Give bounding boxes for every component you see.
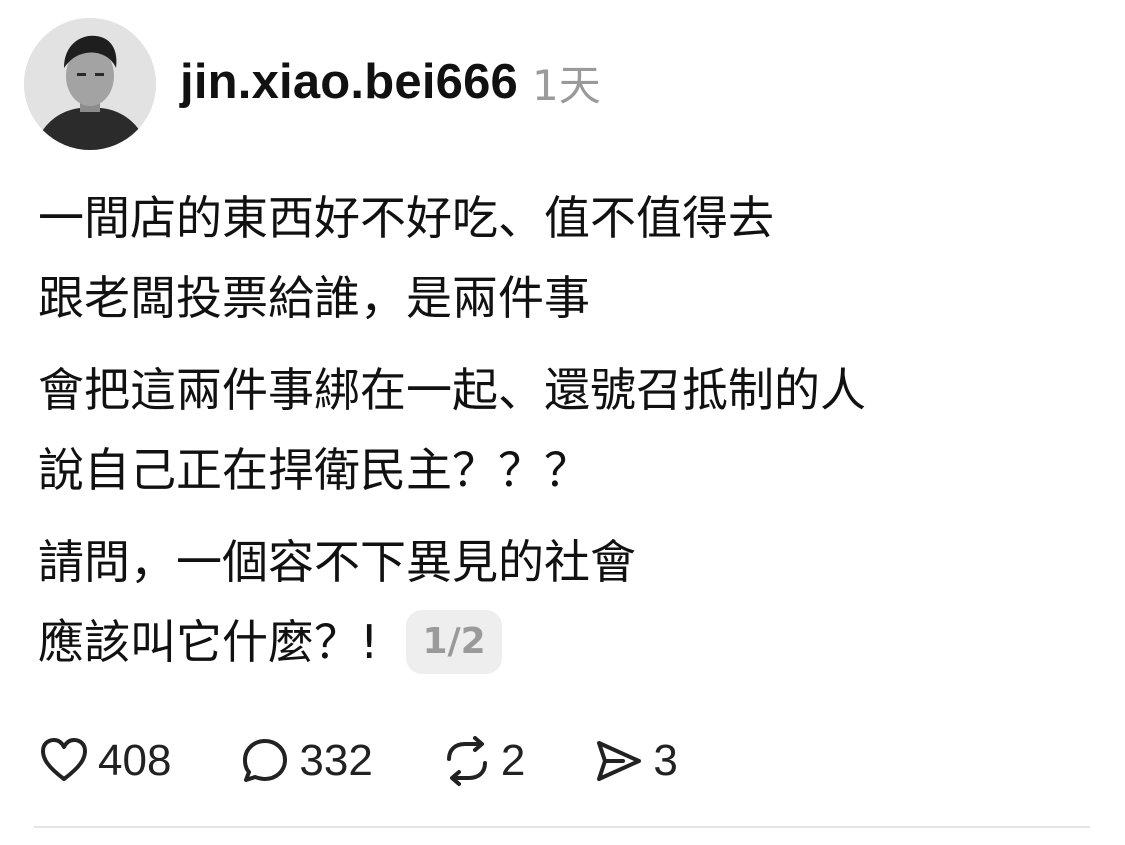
share-button[interactable]: 3 <box>593 735 678 787</box>
like-button[interactable]: 408 <box>38 735 171 787</box>
avatar[interactable] <box>24 18 156 150</box>
avatar-image <box>24 18 156 150</box>
action-bar: 408 332 2 3 <box>38 725 746 797</box>
post-text-line: 請問，一個容不下異見的社會 <box>38 535 636 589</box>
repost-count: 2 <box>500 736 526 785</box>
post-text-line: 會把這兩件事綁在一起、還號召抵制的人 <box>38 363 866 417</box>
comment-button[interactable]: 332 <box>239 735 373 787</box>
page-indicator-badge[interactable]: 1/2 <box>406 610 502 674</box>
heart-icon <box>41 738 87 781</box>
repost-button[interactable]: 2 <box>441 735 525 787</box>
username-link[interactable]: jin.xiao.bei666 <box>180 54 518 110</box>
post-header: jin.xiao.bei666 1天 <box>180 44 601 120</box>
post-timestamp: 1天 <box>532 60 601 110</box>
post-paragraph: 一間店的東西好不好吃、值不值得去 跟老闆投票給誰，是兩件事 <box>38 178 1098 338</box>
send-icon <box>597 741 642 781</box>
post-paragraph: 會把這兩件事綁在一起、還號召抵制的人 說自己正在捍衛民主？？？ <box>38 350 1098 510</box>
post-text-line: 跟老闆投票給誰，是兩件事 <box>38 271 590 325</box>
speech-bubble-icon <box>243 739 288 782</box>
like-count: 408 <box>98 736 172 785</box>
post-body: 一間店的東西好不好吃、值不值得去 跟老闆投票給誰，是兩件事 會把這兩件事綁在一起… <box>38 178 1098 694</box>
post-text-line: 一間店的東西好不好吃、值不值得去 <box>38 191 774 245</box>
post-text-line: 應該叫它什麼？! <box>38 615 379 669</box>
repost-icon <box>446 736 487 786</box>
divider <box>34 826 1090 828</box>
post-text-line: 說自己正在捍衛民主？？？ <box>38 443 590 497</box>
share-count: 3 <box>653 736 678 785</box>
post-paragraph: 請問，一個容不下異見的社會 應該叫它什麼？! 1/2 <box>38 522 1098 682</box>
comment-count: 332 <box>299 736 373 785</box>
post-card: jin.xiao.bei666 1天 一間店的東西好不好吃、值不值得去 跟老闆投… <box>0 0 1125 845</box>
post-text-line-with-badge: 應該叫它什麼？! 1/2 <box>38 602 1098 682</box>
